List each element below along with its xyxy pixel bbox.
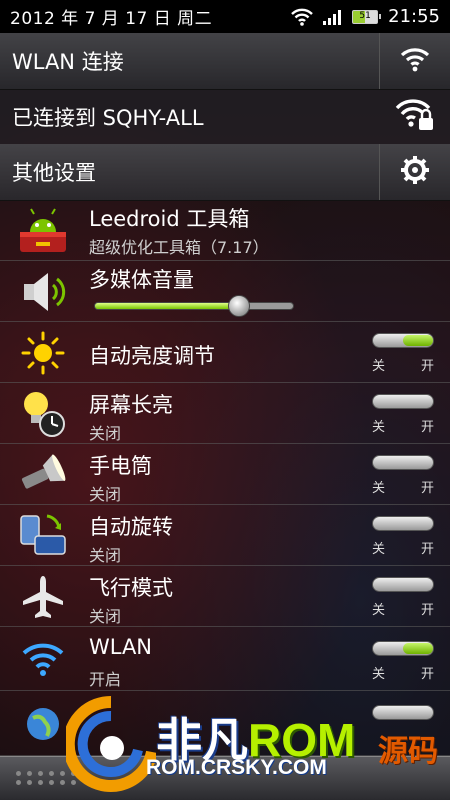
other-settings-header[interactable]: 其他设置 [0, 144, 450, 201]
flashlight-item[interactable]: 手电筒 关闭 关 开 [0, 444, 450, 505]
auto-rotate-toggle[interactable] [372, 516, 434, 531]
volume-slider-knob[interactable] [228, 295, 250, 317]
settings-header-label: 其他设置 [12, 161, 96, 185]
auto-rotate-item[interactable]: 自动旋转 关闭 关 开 [0, 505, 450, 566]
item-title: 手电筒 [89, 454, 152, 478]
toggle-on-label: 开 [420, 603, 434, 618]
gear-icon [400, 155, 430, 189]
wlan-header-label: WLAN 连接 [12, 50, 124, 74]
item-title: Leedroid 工具箱 [89, 207, 250, 231]
toggle-off-label: 关 [372, 667, 386, 682]
item-subtitle: 关闭 [89, 424, 122, 443]
wifi-icon [400, 46, 430, 76]
connection-label: 已连接到 SQHY-ALL [12, 106, 204, 130]
item-title: 飞行模式 [89, 576, 173, 600]
toggle-on-label: 开 [420, 359, 434, 374]
item-title: 多媒体音量 [89, 268, 194, 292]
battery-icon: 51 [352, 9, 382, 24]
auto-brightness-item[interactable]: 自动亮度调节 关 开 [0, 322, 450, 383]
toggle-on-label: 开 [420, 542, 434, 557]
wifi-status-icon [290, 8, 314, 26]
toggle-on-fill [403, 335, 433, 346]
watermark-side-text: 源码 [378, 734, 438, 769]
wifi-connection-status[interactable]: 已连接到 SQHY-ALL [0, 90, 450, 144]
airplane-icon [16, 570, 70, 624]
item-subtitle: 超级优化工具箱（7.17） [89, 238, 269, 257]
toggle-off-label: 关 [372, 481, 386, 496]
item-subtitle: 关闭 [89, 485, 122, 504]
android-toolbox-icon [16, 204, 70, 258]
screen-on-item[interactable]: 屏幕长亮 关闭 关 开 [0, 383, 450, 444]
item-subtitle: 关闭 [89, 546, 122, 565]
settings-button[interactable] [379, 144, 450, 200]
wlan-item[interactable]: WLAN 开启 关 开 [0, 627, 450, 691]
toggle-on-label: 开 [420, 420, 434, 435]
site-watermark: 非凡ROM ROM.CRSKY.COM 源码 [60, 690, 450, 800]
flashlight-toggle[interactable] [372, 455, 434, 470]
leedroid-toolbox-item[interactable]: Leedroid 工具箱 超级优化工具箱（7.17） [0, 201, 450, 261]
wlan-header-button[interactable] [379, 33, 450, 89]
item-title: WLAN [89, 635, 153, 659]
toggle-off-label: 关 [372, 420, 386, 435]
toggle-off-label: 关 [372, 542, 386, 557]
toggle-on-label: 开 [420, 481, 434, 496]
speaker-icon [16, 265, 70, 319]
signal-icon [322, 8, 344, 26]
item-subtitle: 开启 [89, 670, 122, 689]
status-time: 21:55 [388, 6, 440, 27]
rotate-icon [16, 509, 70, 563]
wlan-connection-header[interactable]: WLAN 连接 [0, 33, 450, 90]
volume-level-fill [95, 303, 239, 309]
item-subtitle: 关闭 [89, 607, 122, 626]
wifi-icon [16, 632, 70, 686]
item-title: 自动亮度调节 [89, 344, 215, 368]
status-bar: 2012 年 7 月 17 日 周二 51 21:55 [0, 0, 450, 33]
airplane-mode-item[interactable]: 飞行模式 关闭 关 开 [0, 566, 450, 627]
screen-on-toggle[interactable] [372, 394, 434, 409]
auto-brightness-toggle[interactable] [372, 333, 434, 348]
toggle-off-label: 关 [372, 603, 386, 618]
toggle-on-label: 开 [420, 667, 434, 682]
flashlight-icon [16, 448, 70, 502]
wlan-toggle[interactable] [372, 641, 434, 656]
watermark-url: ROM.CRSKY.COM [146, 756, 327, 779]
wifi-locked-icon [395, 98, 435, 136]
media-volume-slider[interactable] [94, 295, 294, 317]
item-title: 屏幕长亮 [89, 393, 173, 417]
toggle-on-fill [403, 643, 433, 654]
media-volume-item: 多媒体音量 [0, 261, 450, 322]
item-title: 自动旋转 [89, 515, 173, 539]
toggle-off-label: 关 [372, 359, 386, 374]
airplane-mode-toggle[interactable] [372, 577, 434, 592]
sun-icon [16, 326, 70, 380]
bulb-clock-icon [16, 387, 70, 441]
status-date: 2012 年 7 月 17 日 周二 [10, 9, 213, 29]
crsky-logo-icon [62, 694, 158, 798]
